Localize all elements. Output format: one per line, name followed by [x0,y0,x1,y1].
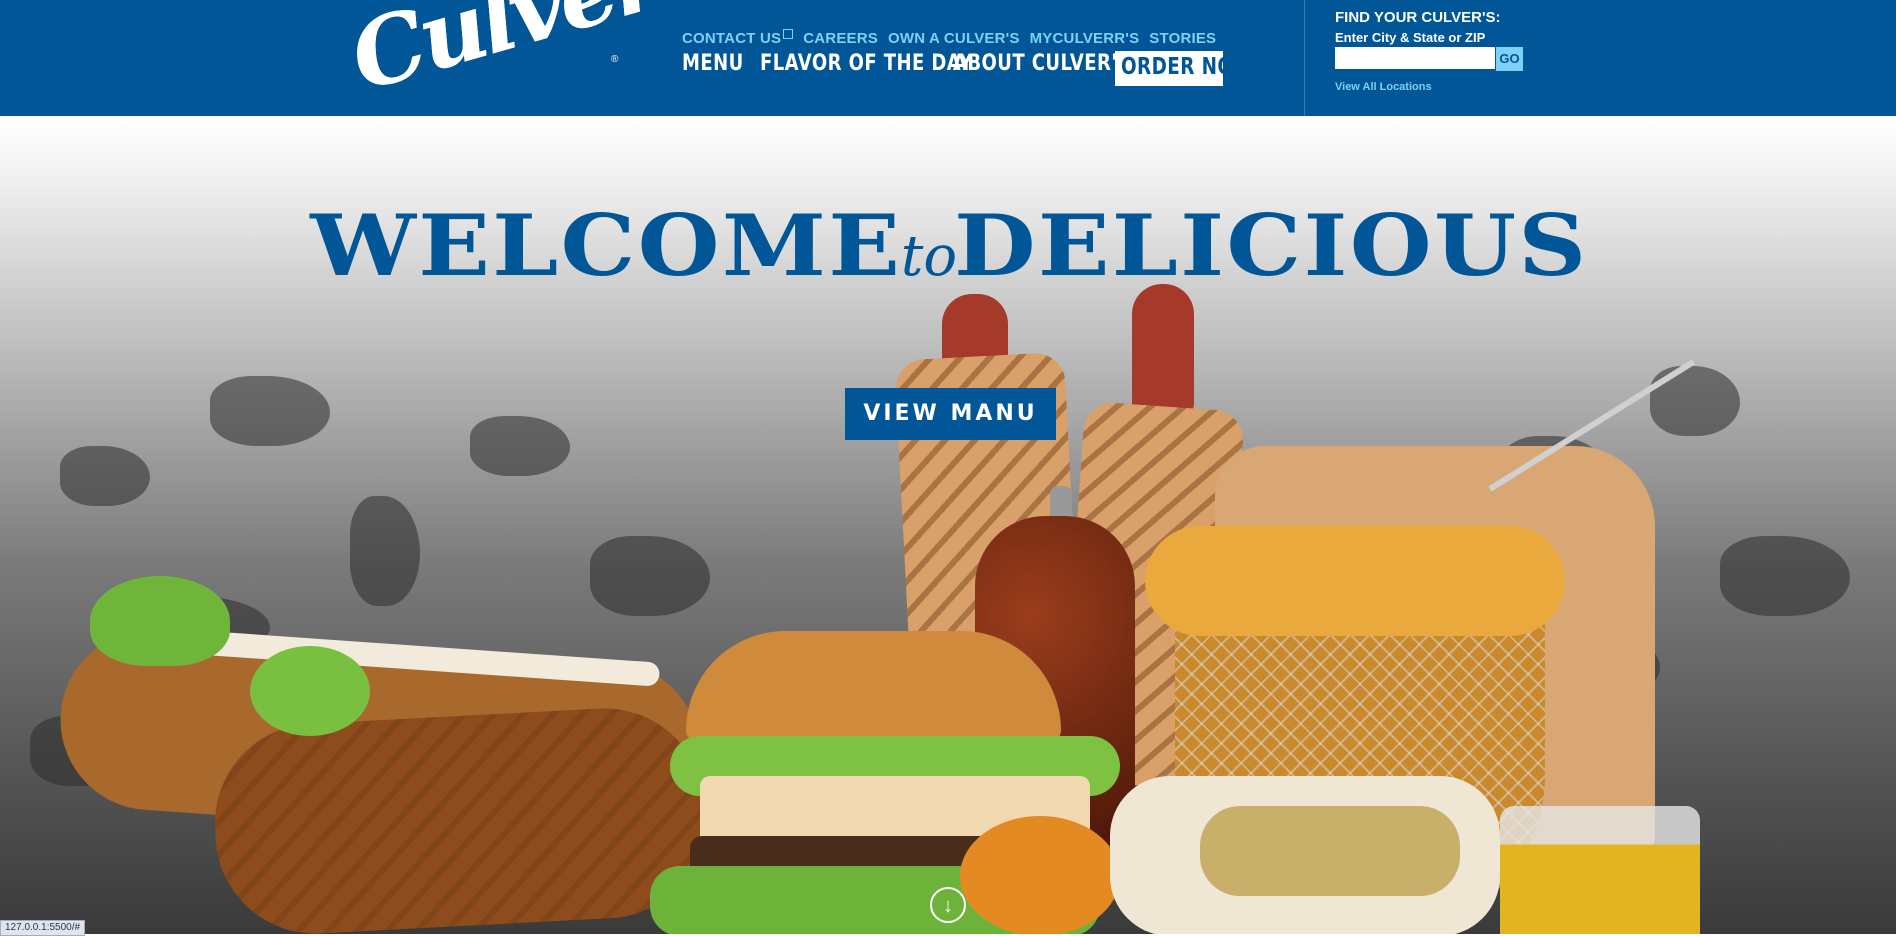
finder-title: FIND YOUR CULVER'S: [1335,9,1501,26]
arrow-down-circle-icon[interactable]: ↓ [930,887,966,923]
stories-link[interactable]: STORIES [1149,30,1216,47]
location-search-input[interactable] [1335,47,1495,69]
finder-label: Enter City & State or ZIP [1335,30,1486,45]
headline-welcome: WELCOME [310,196,903,295]
nav-menu[interactable]: MENU [682,51,746,76]
main-nav: MENU FLAVOR OF THE DAY ABOUT CULVER'S [682,51,1130,76]
view-menu-button[interactable]: VIEW MANU [845,388,1056,440]
careers-link[interactable]: CAREERS [803,30,878,47]
culvers-logo[interactable]: Culver's ® [339,0,737,134]
hero-headline: WELCOME to DELICIOUS [0,196,1896,295]
myculvers-link[interactable]: MYCULVERR'S [1030,30,1140,47]
external-link-icon [783,29,794,39]
order-now-button[interactable]: ORDER NOW [1115,51,1254,86]
registered-mark: ® [611,54,619,65]
nav-flavor-of-the-day[interactable]: FLAVOR OF THE DAY [760,51,972,76]
logo-wordmark: Culver's [339,0,738,113]
go-button[interactable]: GO [1496,47,1523,71]
location-finder: FIND YOUR CULVER'S: Enter City & State o… [1335,9,1555,93]
contact-us-link[interactable]: CONTACT US [682,29,794,47]
headline-delicious: DELICIOUS [953,196,1589,295]
view-all-locations-link[interactable]: View All Locations [1335,81,1555,93]
utility-nav: CONTACT US CAREERS OWN A CULVER'S MYCULV… [682,29,1216,47]
site-header: Culver's ® CONTACT US CAREERS OWN A CULV… [0,0,1896,116]
headline-to: to [900,224,958,289]
header-divider [1304,0,1305,116]
own-a-culvers-link[interactable]: OWN A CULVER'S [888,30,1020,47]
hero-banner: WELCOME to DELICIOUS VIEW MANU ↓ [0,116,1896,934]
nav-about-culvers[interactable]: ABOUT CULVER'S [953,51,1130,76]
